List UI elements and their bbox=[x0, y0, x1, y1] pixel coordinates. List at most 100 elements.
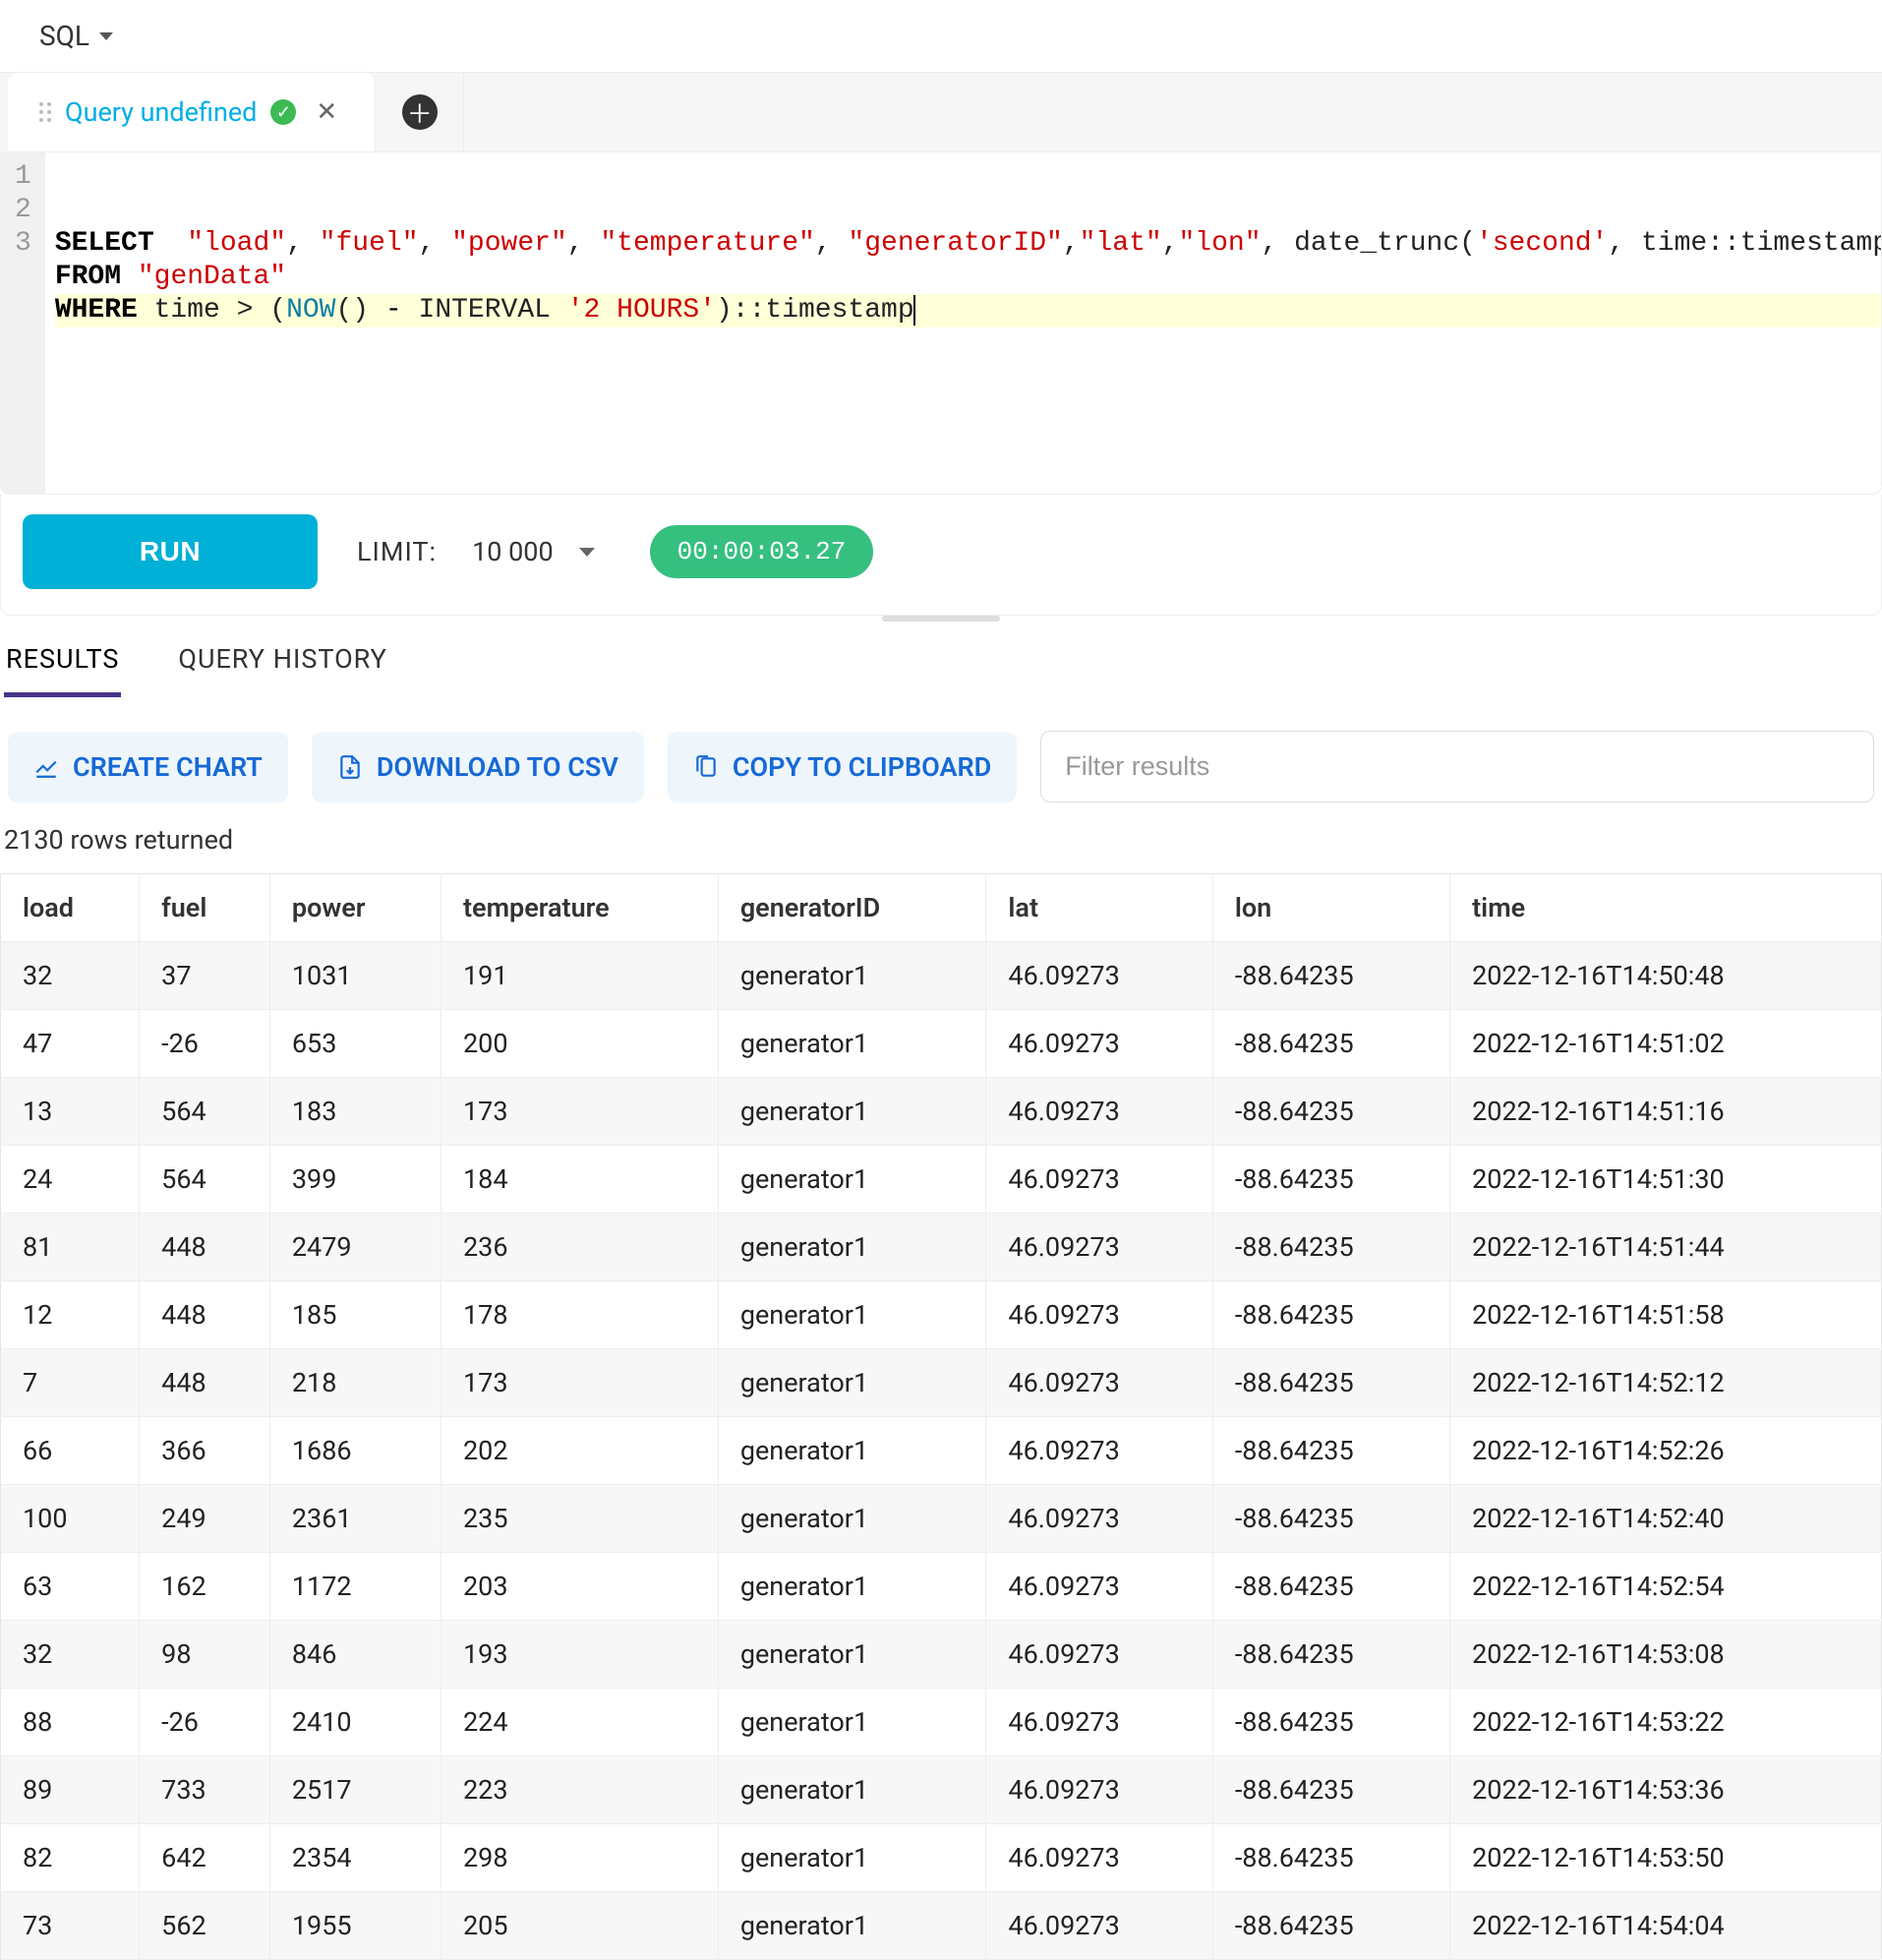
table-cell: 846 bbox=[269, 1621, 441, 1689]
table-row[interactable]: 3298846193generator146.09273-88.64235202… bbox=[1, 1621, 1882, 1689]
download-csv-label: DOWNLOAD TO CSV bbox=[377, 751, 618, 783]
table-cell: 63 bbox=[1, 1553, 140, 1621]
column-header[interactable]: load bbox=[1, 874, 140, 942]
table-cell: 162 bbox=[140, 1553, 270, 1621]
close-tab-button[interactable]: ✕ bbox=[310, 97, 343, 127]
table-row[interactable]: 631621172203generator146.09273-88.642352… bbox=[1, 1553, 1882, 1621]
code-line[interactable]: SELECT "load", "fuel", "power", "tempera… bbox=[55, 227, 1882, 261]
table-cell: generator1 bbox=[718, 1214, 986, 1281]
table-cell: -26 bbox=[140, 1010, 270, 1078]
table-row[interactable]: 826422354298generator146.09273-88.642352… bbox=[1, 1824, 1882, 1892]
table-cell: 1172 bbox=[269, 1553, 441, 1621]
column-header[interactable]: lon bbox=[1212, 874, 1449, 942]
table-cell: 298 bbox=[441, 1824, 718, 1892]
table-cell: 173 bbox=[441, 1349, 718, 1417]
horizontal-resize-handle[interactable] bbox=[0, 616, 1882, 622]
table-cell: -88.64235 bbox=[1212, 1485, 1449, 1553]
table-cell: 82 bbox=[1, 1824, 140, 1892]
table-cell: 2022-12-16T14:54:04 bbox=[1450, 1892, 1882, 1960]
table-cell: 24 bbox=[1, 1146, 140, 1214]
table-cell: 733 bbox=[140, 1756, 270, 1824]
chart-icon bbox=[33, 754, 59, 780]
table-cell: 2022-12-16T14:52:12 bbox=[1450, 1349, 1882, 1417]
top-bar: SQL bbox=[0, 0, 1882, 73]
table-cell: 46.09273 bbox=[986, 1892, 1212, 1960]
table-cell: 218 bbox=[269, 1349, 441, 1417]
table-row[interactable]: 735621955205generator146.09273-88.642352… bbox=[1, 1892, 1882, 1960]
column-header[interactable]: fuel bbox=[140, 874, 270, 942]
tab-query-history[interactable]: QUERY HISTORY bbox=[176, 633, 389, 697]
column-header[interactable]: generatorID bbox=[718, 874, 986, 942]
create-chart-button[interactable]: CREATE CHART bbox=[8, 732, 288, 802]
table-row[interactable]: 814482479236generator146.09273-88.642352… bbox=[1, 1214, 1882, 1281]
table-cell: 32 bbox=[1, 942, 140, 1010]
table-cell: 203 bbox=[441, 1553, 718, 1621]
table-cell: 46.09273 bbox=[986, 1824, 1212, 1892]
result-tabs: RESULTS QUERY HISTORY bbox=[0, 627, 1882, 697]
table-cell: 191 bbox=[441, 942, 718, 1010]
language-selector[interactable]: SQL bbox=[39, 20, 113, 52]
table-cell: 2022-12-16T14:51:02 bbox=[1450, 1010, 1882, 1078]
download-csv-button[interactable]: DOWNLOAD TO CSV bbox=[312, 732, 644, 802]
limit-selector[interactable]: LIMIT: 10 000 bbox=[357, 528, 611, 575]
table-row[interactable]: 663661686202generator146.09273-88.642352… bbox=[1, 1417, 1882, 1485]
table-cell: generator1 bbox=[718, 1417, 986, 1485]
table-cell: 173 bbox=[441, 1078, 718, 1146]
drag-handle-icon[interactable] bbox=[39, 102, 51, 122]
table-cell: 88 bbox=[1, 1689, 140, 1756]
table-cell: 66 bbox=[1, 1417, 140, 1485]
table-row[interactable]: 12448185178generator146.09273-88.6423520… bbox=[1, 1281, 1882, 1349]
table-row[interactable]: 47-26653200generator146.09273-88.6423520… bbox=[1, 1010, 1882, 1078]
table-cell: -88.64235 bbox=[1212, 1214, 1449, 1281]
table-cell: -88.64235 bbox=[1212, 1824, 1449, 1892]
results-table: loadfuelpowertemperaturegeneratorIDlatlo… bbox=[0, 873, 1882, 1960]
code-line[interactable]: WHERE time > (NOW() - INTERVAL '2 HOURS'… bbox=[55, 294, 1882, 327]
table-row[interactable]: 7448218173generator146.09273-88.64235202… bbox=[1, 1349, 1882, 1417]
tab-results[interactable]: RESULTS bbox=[4, 633, 121, 697]
code-area[interactable]: SELECT "load", "fuel", "power", "tempera… bbox=[45, 152, 1882, 494]
table-cell: generator1 bbox=[718, 1553, 986, 1621]
table-cell: 2022-12-16T14:53:22 bbox=[1450, 1689, 1882, 1756]
table-cell: 223 bbox=[441, 1756, 718, 1824]
table-header-row: loadfuelpowertemperaturegeneratorIDlatlo… bbox=[1, 874, 1882, 942]
table-cell: 2022-12-16T14:52:26 bbox=[1450, 1417, 1882, 1485]
column-header[interactable]: lat bbox=[986, 874, 1212, 942]
table-cell: -88.64235 bbox=[1212, 942, 1449, 1010]
copy-clipboard-button[interactable]: COPY TO CLIPBOARD bbox=[668, 732, 1017, 802]
add-tab-button[interactable]: ＋ bbox=[376, 73, 464, 151]
table-cell: 2022-12-16T14:51:58 bbox=[1450, 1281, 1882, 1349]
table-cell: 236 bbox=[441, 1214, 718, 1281]
table-cell: 1955 bbox=[269, 1892, 441, 1960]
table-cell: 653 bbox=[269, 1010, 441, 1078]
table-cell: 46.09273 bbox=[986, 1756, 1212, 1824]
table-cell: 47 bbox=[1, 1010, 140, 1078]
table-cell: generator1 bbox=[718, 1485, 986, 1553]
query-timer: 00:00:03.27 bbox=[650, 525, 874, 578]
table-row[interactable]: 24564399184generator146.09273-88.6423520… bbox=[1, 1146, 1882, 1214]
filter-results-input[interactable] bbox=[1040, 731, 1874, 802]
table-row[interactable]: 897332517223generator146.09273-88.642352… bbox=[1, 1756, 1882, 1824]
run-button[interactable]: RUN bbox=[23, 514, 318, 589]
column-header[interactable]: time bbox=[1450, 874, 1882, 942]
table-row[interactable]: 13564183173generator146.09273-88.6423520… bbox=[1, 1078, 1882, 1146]
column-header[interactable]: power bbox=[269, 874, 441, 942]
table-row[interactable]: 1002492361235generator146.09273-88.64235… bbox=[1, 1485, 1882, 1553]
table-cell: 81 bbox=[1, 1214, 140, 1281]
table-row[interactable]: 32371031191generator146.09273-88.6423520… bbox=[1, 942, 1882, 1010]
table-cell: 13 bbox=[1, 1078, 140, 1146]
table-cell: 178 bbox=[441, 1281, 718, 1349]
code-line[interactable]: FROM "genData" bbox=[55, 261, 1882, 294]
sql-editor[interactable]: 123 SELECT "load", "fuel", "power", "tem… bbox=[0, 152, 1882, 495]
table-cell: 2517 bbox=[269, 1756, 441, 1824]
table-cell: -88.64235 bbox=[1212, 1621, 1449, 1689]
table-cell: 642 bbox=[140, 1824, 270, 1892]
table-cell: generator1 bbox=[718, 1756, 986, 1824]
table-cell: 46.09273 bbox=[986, 1621, 1212, 1689]
table-cell: generator1 bbox=[718, 1010, 986, 1078]
column-header[interactable]: temperature bbox=[441, 874, 718, 942]
query-tab-active[interactable]: Query undefined ✓ ✕ bbox=[8, 73, 376, 151]
table-row[interactable]: 88-262410224generator146.09273-88.642352… bbox=[1, 1689, 1882, 1756]
plus-icon: ＋ bbox=[402, 94, 438, 130]
table-cell: 46.09273 bbox=[986, 1485, 1212, 1553]
table-cell: 2022-12-16T14:52:54 bbox=[1450, 1553, 1882, 1621]
